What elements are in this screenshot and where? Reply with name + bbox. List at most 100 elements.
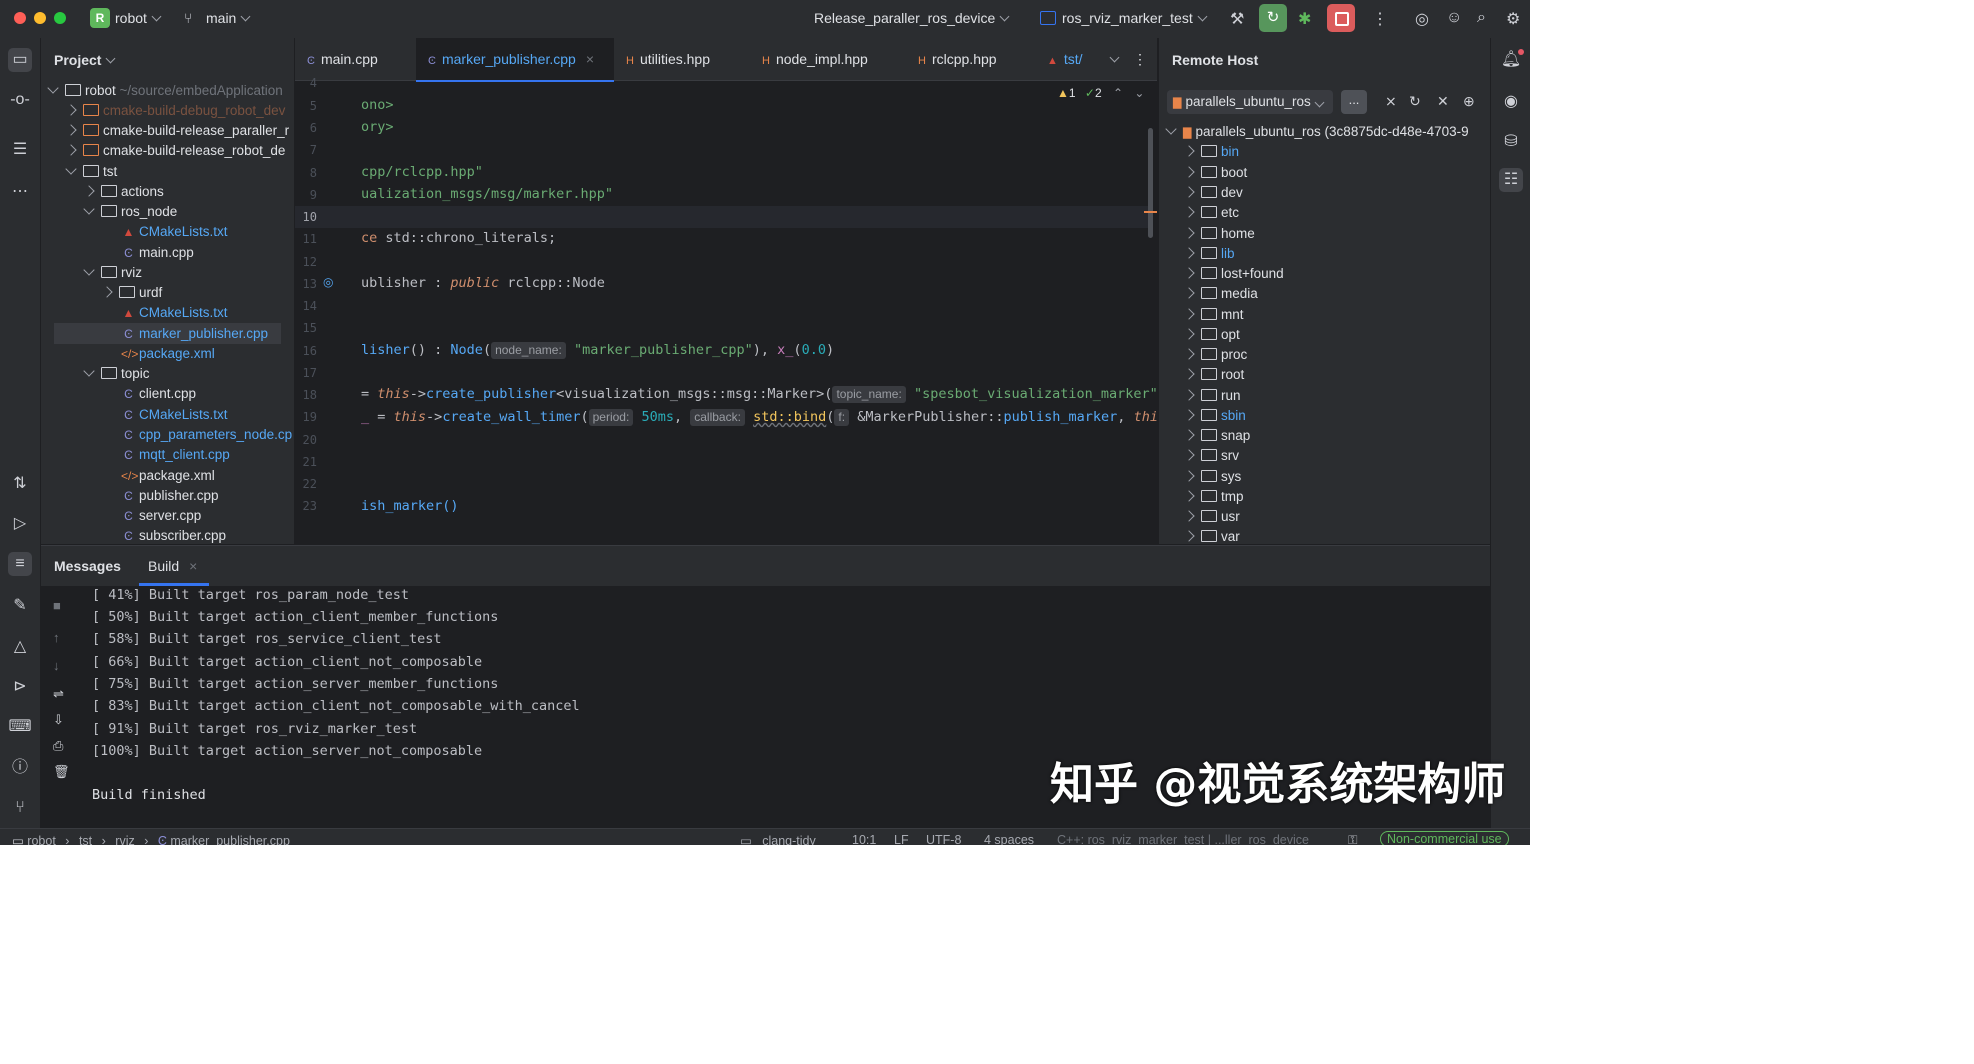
remote-dir-tmp[interactable]: tmp [1183, 487, 1244, 507]
tab-tst[interactable]: ▲ tst/ [1047, 38, 1083, 80]
project-folder-icon[interactable]: ▭ [8, 48, 32, 72]
ai-chat-icon[interactable]: ◉ [1499, 90, 1523, 114]
print-icon[interactable]: ⎙ [53, 738, 63, 754]
next-highlight-icon[interactable]: ⌄ [1134, 86, 1144, 100]
tree-item-cmakelists[interactable]: Ͼ CMakeLists.txt [121, 405, 227, 425]
tree-item-cmake-build-debug[interactable]: cmake-build-debug_robot_dev [65, 101, 285, 121]
more-horizontal-icon[interactable]: ⋯ [8, 180, 32, 204]
more-vertical-icon[interactable]: ⋮ [1372, 9, 1388, 29]
remote-dir-lost-found[interactable]: lost+found [1183, 264, 1284, 284]
add-user-icon[interactable]: ☺ [1446, 9, 1462, 27]
code-line[interactable]: ish_marker() [361, 498, 459, 514]
run-config-selector[interactable]: ros_rviz_marker_test [1062, 10, 1208, 26]
code-line[interactable]: _ = this->create_wall_timer(period: 50ms… [361, 409, 1157, 426]
tree-item-mqtt-client-cpp[interactable]: Ͼmqtt_client.cpp [121, 445, 230, 465]
remote-dir-srv[interactable]: srv [1183, 446, 1239, 466]
ai-assistant-icon[interactable]: ◎ [1415, 9, 1429, 29]
stop-build-icon[interactable]: ■ [53, 598, 61, 613]
tab-build[interactable]: Build × [148, 546, 197, 586]
code-line[interactable]: ono> [361, 97, 394, 113]
caret-position[interactable]: 10:1 [852, 833, 876, 845]
resolve-context[interactable]: C++: ros_rviz_marker_test | ...ller_ros_… [1057, 833, 1309, 845]
next-message-icon[interactable]: ↓ [53, 658, 60, 673]
remote-dir-dev[interactable]: dev [1183, 183, 1243, 203]
tabs-overflow-dropdown[interactable] [1105, 38, 1120, 80]
tab-main-cpp[interactable]: Ͼmain.cpp [307, 38, 378, 80]
code-line[interactable]: ublisher : public rclcpp::Node [361, 275, 605, 291]
file-encoding[interactable]: UTF-8 [926, 833, 961, 845]
remote-dir-etc[interactable]: etc [1183, 203, 1239, 223]
messages-icon[interactable]: ≡ [8, 552, 32, 576]
tree-item-ros-node[interactable]: ros_node [83, 202, 177, 222]
stop-button[interactable] [1327, 4, 1355, 32]
tab-node-impl-hpp[interactable]: Hnode_impl.hpp [762, 38, 868, 80]
remote-root-node[interactable]: ▇ parallels_ubuntu_ros (3c8875dc-d48e-470… [1165, 122, 1469, 142]
tab-marker-publisher-cpp[interactable]: Ͼmarker_publisher.cpp × [428, 38, 594, 80]
remote-host-icon[interactable]: ☷ [1499, 168, 1523, 192]
remote-host-selector[interactable]: ▇ parallels_ubuntu_ros [1167, 90, 1333, 114]
breadcrumb-item[interactable]: marker_publisher.cpp [170, 834, 290, 845]
tab-more-icon[interactable]: ⋮ [1133, 38, 1147, 80]
tree-item-client-cpp[interactable]: Ͼclient.cpp [121, 384, 196, 404]
indent-setting[interactable]: 4 spaces [984, 833, 1034, 845]
tree-item-package-xml[interactable]: </>package.xml [121, 344, 215, 364]
close-window-button[interactable] [14, 12, 26, 24]
previous-highlight-icon[interactable]: ⌃ [1113, 86, 1123, 100]
line-ending[interactable]: LF [894, 833, 909, 845]
tree-item-marker-publisher-cpp[interactable]: Ͼmarker_publisher.cpp [121, 324, 268, 344]
terminal-icon[interactable]: ⌨ [8, 715, 32, 739]
remote-dir-sbin[interactable]: sbin [1183, 406, 1246, 426]
tree-item-package-xml[interactable]: </>package.xml [121, 466, 215, 486]
remote-dir-home[interactable]: home [1183, 224, 1255, 244]
code-line[interactable]: ualization_msgs/msg/marker.hpp" [361, 186, 613, 202]
debug-bug-icon[interactable]: ✱ [1298, 9, 1311, 29]
browse-button[interactable]: ... [1341, 90, 1367, 114]
services-run-icon[interactable]: ⊳ [8, 675, 32, 699]
code-line[interactable]: lisher() : Node(node_name: "marker_publi… [361, 342, 834, 359]
close-icon[interactable]: ✕ [1437, 93, 1449, 110]
refresh-icon[interactable]: ↻ [1409, 93, 1421, 110]
locate-icon[interactable]: ⊕ [1463, 93, 1475, 110]
scroll-to-end-icon[interactable]: ⇩ [53, 712, 64, 728]
clang-tidy-indicator[interactable]: ▭ clang-tidy [740, 833, 816, 845]
project-selector[interactable]: robot [115, 10, 162, 26]
editor-scrollbar[interactable] [1148, 128, 1153, 238]
tree-item-cmake-build-release-robot[interactable]: cmake-build-release_robot_de [65, 141, 285, 161]
remote-dir-usr[interactable]: usr [1183, 507, 1240, 527]
database-icon[interactable]: ⛁ [1499, 130, 1523, 154]
pull-requests-icon[interactable]: ⇅ [8, 472, 32, 496]
tree-item-cpp-parameters-node[interactable]: Ͼcpp_parameters_node.cp [121, 425, 292, 445]
remote-dir-mnt[interactable]: mnt [1183, 305, 1244, 325]
rerun-icon[interactable]: ↻ [1259, 4, 1287, 32]
tree-item-server-cpp[interactable]: Ͼserver.cpp [121, 506, 201, 526]
remote-dir-boot[interactable]: boot [1183, 163, 1247, 183]
tree-item-cmakelists[interactable]: ▲ CMakeLists.txt [121, 222, 228, 242]
close-tab-icon[interactable]: × [586, 51, 594, 67]
code-line[interactable]: ory> [361, 119, 394, 135]
search-icon[interactable]: ⌕ [1477, 9, 1486, 27]
clear-all-icon[interactable]: 🗑︎ [53, 764, 70, 780]
code-line[interactable]: ce std::chrono_literals; [361, 230, 556, 246]
remote-dir-var[interactable]: var [1183, 527, 1240, 544]
tree-item-rviz[interactable]: rviz [83, 263, 142, 283]
tree-item-robot[interactable]: robot ~/source/embedApplication [47, 81, 283, 101]
project-panel-title[interactable]: Project [54, 52, 116, 68]
settings-gear-icon[interactable]: ⚙ [1506, 9, 1520, 29]
remote-dir-media[interactable]: media [1183, 284, 1258, 304]
tree-item-publisher-cpp[interactable]: Ͼpublisher.cpp [121, 486, 218, 506]
services-icon[interactable]: ✎ [8, 594, 32, 618]
soft-wrap-icon[interactable]: ⇌ [53, 686, 64, 702]
remote-dir-bin[interactable]: bin [1183, 142, 1239, 162]
maximize-window-button[interactable] [54, 12, 66, 24]
tab-utilities-hpp[interactable]: Hutilities.hpp [626, 38, 710, 80]
tree-item-tst[interactable]: tst [65, 162, 117, 182]
build-hammer-icon[interactable]: ⚒ [1230, 9, 1244, 29]
collapse-all-icon[interactable]: ⨯ [1385, 93, 1397, 110]
structure-icon[interactable]: ☰ [8, 138, 32, 162]
remote-dir-root[interactable]: root [1183, 365, 1244, 385]
tree-item-topic[interactable]: topic [83, 364, 150, 384]
license-badge[interactable]: Non-commercial use [1380, 831, 1509, 845]
tree-item-main-cpp[interactable]: Ͼmain.cpp [121, 243, 194, 263]
override-gutter-icon[interactable]: ◎ [323, 275, 333, 289]
run-icon[interactable]: ▷ [8, 512, 32, 536]
